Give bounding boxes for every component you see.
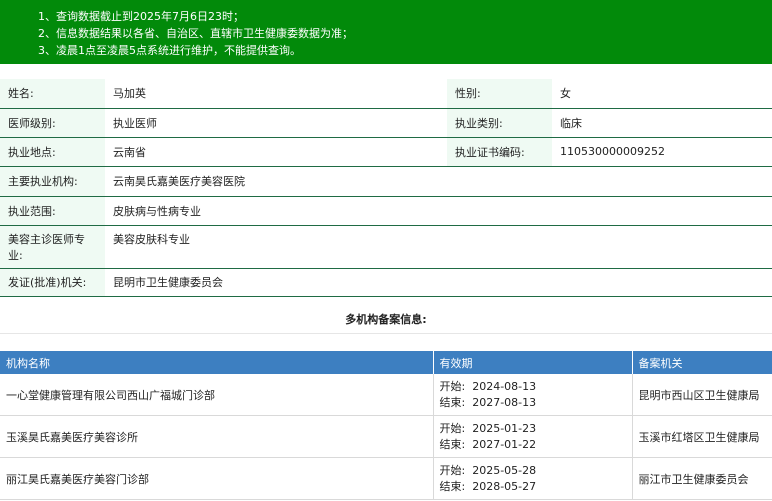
table-row: 丽江昊氏嘉美医疗美容门诊部 开始: 2025-05-28 结束: 2028-05…: [0, 457, 772, 500]
notice-line: 2、信息数据结果以各省、自治区、直辖市卫生健康委数据为准；: [38, 27, 353, 40]
info-row: 发证(批准)机关: 昆明市卫生健康委员会: [0, 268, 772, 297]
org-name-cell: 玉溪昊氏嘉美医疗美容诊所: [0, 415, 434, 458]
start-line: 开始: 2025-05-28: [440, 463, 626, 479]
header-validity: 有效期: [433, 351, 633, 374]
start-label: 开始:: [439, 463, 466, 477]
info-row: 主要执业机构: 云南昊氏嘉美医疗美容医院: [0, 166, 772, 197]
issuer-value: 昆明市卫生健康委员会: [105, 268, 772, 297]
scope-label: 执业范围:: [0, 196, 105, 226]
table-row: 一心堂健康管理有限公司西山广福城门诊部 开始: 2024-08-13 结束: 2…: [0, 374, 772, 416]
info-row: 执业地点: 云南省 执业证书编码: 110530000009252: [0, 137, 772, 167]
start-date: 2025-01-23: [472, 421, 537, 435]
level-label: 医师级别:: [0, 108, 105, 138]
location-label: 执业地点:: [0, 137, 105, 167]
info-row: 执业范围: 皮肤病与性病专业: [0, 196, 772, 226]
info-row: 医师级别: 执业医师 执业类别: 临床: [0, 108, 772, 138]
notice-line: 3、凌晨1点至凌晨5点系统进行维护，不能提供查询。: [38, 44, 301, 57]
cert-label: 执业证书编码:: [447, 137, 552, 167]
authority-cell: 玉溪市红塔区卫生健康局: [632, 415, 772, 458]
location-value: 云南省: [105, 137, 447, 167]
level-value: 执业医师: [105, 108, 447, 138]
end-label: 结束:: [439, 437, 466, 451]
cosmetic-label: 美容主诊医师专业:: [0, 225, 105, 269]
notice-line: 1、查询数据截止到2025年7月6日23时；: [38, 10, 244, 23]
divider: [0, 333, 772, 334]
gender-label: 性别:: [447, 79, 552, 109]
start-date: 2025-05-28: [472, 463, 537, 477]
category-value: 临床: [552, 108, 772, 138]
end-label: 结束:: [439, 395, 466, 409]
info-row: 美容主诊医师专业: 美容皮肤科专业: [0, 225, 772, 269]
name-value: 马加英: [105, 79, 447, 109]
validity-cell: 开始: 2025-05-28 结束: 2028-05-27: [433, 457, 633, 500]
doctor-info-table: 姓名: 马加英 性别: 女 医师级别: 执业医师 执业类别: 临床 执业地点: …: [0, 79, 772, 297]
issuer-label: 发证(批准)机关:: [0, 268, 105, 297]
end-date: 2027-08-13: [472, 395, 537, 409]
multi-org-title: 多机构备案信息:: [345, 313, 427, 326]
org-label: 主要执业机构:: [0, 166, 105, 197]
validity-cell: 开始: 2025-01-23 结束: 2027-01-22: [433, 415, 633, 458]
start-label: 开始:: [439, 421, 466, 435]
cosmetic-value: 美容皮肤科专业: [105, 225, 772, 269]
category-label: 执业类别:: [447, 108, 552, 138]
end-line: 结束: 2027-08-13: [440, 395, 626, 411]
end-line: 结束: 2028-05-27: [440, 479, 626, 495]
end-label: 结束:: [439, 479, 466, 493]
start-label: 开始:: [439, 379, 466, 393]
table-header-row: 机构名称 有效期 备案机关: [0, 351, 772, 374]
end-date: 2027-01-22: [472, 437, 537, 451]
info-row: 姓名: 马加英 性别: 女: [0, 79, 772, 109]
header-authority: 备案机关: [632, 351, 772, 374]
start-line: 开始: 2025-01-23: [440, 421, 626, 437]
notice-banner: 1、查询数据截止到2025年7月6日23时； 2、信息数据结果以各省、自治区、直…: [0, 0, 772, 64]
name-label: 姓名:: [0, 79, 105, 109]
validity-cell: 开始: 2024-08-13 结束: 2027-08-13: [433, 374, 633, 416]
table-row: 玉溪昊氏嘉美医疗美容诊所 开始: 2025-01-23 结束: 2027-01-…: [0, 415, 772, 458]
org-value: 云南昊氏嘉美医疗美容医院: [105, 166, 772, 197]
org-name-cell: 丽江昊氏嘉美医疗美容门诊部: [0, 457, 434, 500]
end-line: 结束: 2027-01-22: [440, 437, 626, 453]
multi-org-table: 机构名称 有效期 备案机关 一心堂健康管理有限公司西山广福城门诊部 开始: 20…: [0, 351, 772, 500]
scope-value: 皮肤病与性病专业: [105, 196, 772, 226]
start-date: 2024-08-13: [472, 379, 537, 393]
header-org-name: 机构名称: [0, 351, 434, 374]
cert-value: 110530000009252: [552, 137, 772, 167]
authority-cell: 丽江市卫生健康委员会: [632, 457, 772, 500]
org-name-cell: 一心堂健康管理有限公司西山广福城门诊部: [0, 374, 434, 416]
authority-cell: 昆明市西山区卫生健康局: [632, 374, 772, 416]
start-line: 开始: 2024-08-13: [440, 379, 626, 395]
end-date: 2028-05-27: [472, 479, 537, 493]
gender-value: 女: [552, 79, 772, 109]
